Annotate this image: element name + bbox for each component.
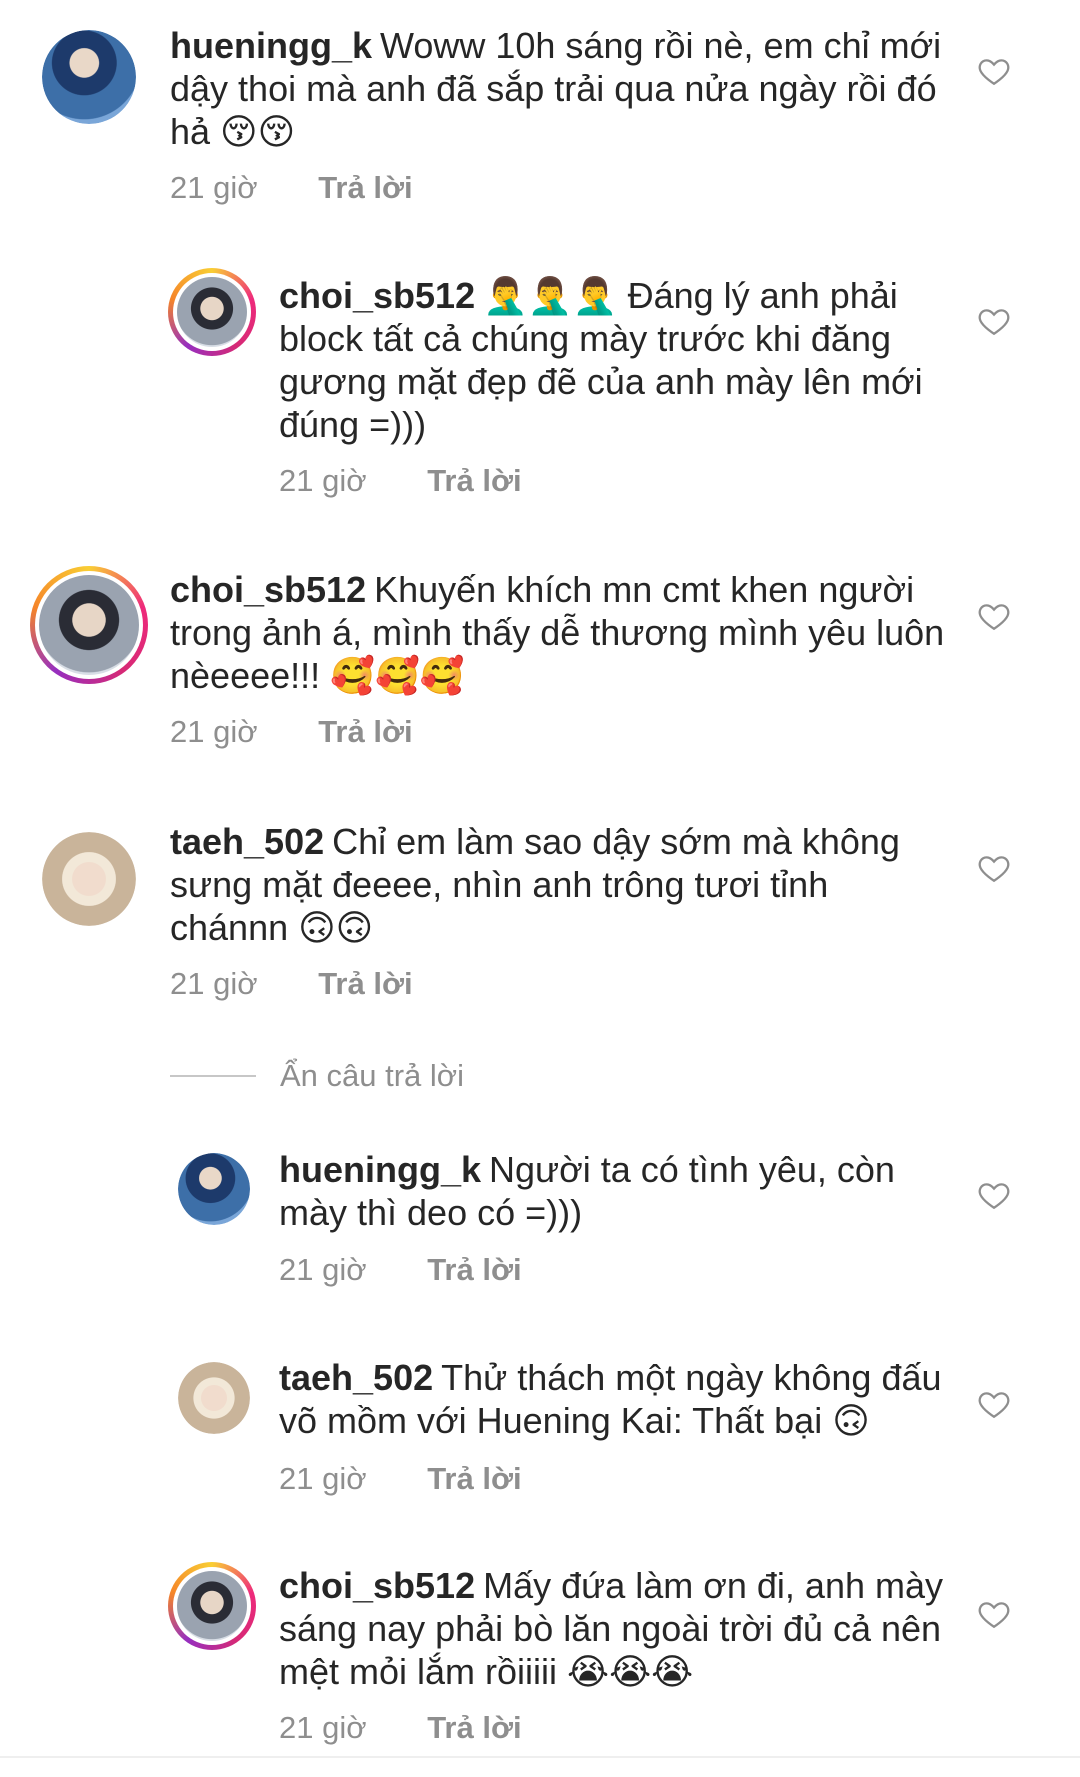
heart-outline-icon[interactable]	[977, 1178, 1011, 1212]
comment-text: taeh_502 Chỉ em làm sao dậy sớm mà không …	[170, 820, 950, 949]
comment-meta: 21 giờ Trả lời	[170, 966, 413, 1002]
comment-meta: 21 giờ Trả lời	[279, 1461, 522, 1497]
avatar[interactable]	[30, 566, 148, 684]
comment-username[interactable]: choi_sb512	[279, 275, 475, 316]
reply-button[interactable]: Trả lời	[427, 463, 521, 498]
comment-meta: 21 giờ Trả lời	[279, 1252, 522, 1288]
avatar[interactable]	[42, 832, 136, 926]
avatar[interactable]	[42, 30, 136, 124]
divider	[0, 1756, 1080, 1758]
hide-replies-button[interactable]: Ẩn câu trả lời	[170, 1058, 464, 1094]
comment-time: 21 giờ	[170, 714, 258, 749]
comment-username[interactable]: hueningg_k	[170, 25, 372, 66]
comment-text: hueningg_k Woww 10h sáng rồi nè, em chỉ m…	[170, 24, 950, 153]
comment-time: 21 giờ	[170, 966, 258, 1001]
comment-username[interactable]: choi_sb512	[170, 569, 366, 610]
comment-text: taeh_502 Thử thách một ngày không đấu võ …	[279, 1356, 959, 1442]
comment-username[interactable]: hueningg_k	[279, 1149, 481, 1190]
comment-username[interactable]: taeh_502	[279, 1357, 433, 1398]
reply-button[interactable]: Trả lời	[427, 1710, 521, 1745]
comment-text: hueningg_k Người ta có tình yêu, còn mày …	[279, 1148, 939, 1234]
reply-button[interactable]: Trả lời	[318, 170, 412, 205]
comment-username[interactable]: choi_sb512	[279, 1565, 475, 1606]
avatar[interactable]	[178, 1153, 250, 1225]
heart-outline-icon[interactable]	[977, 304, 1011, 338]
comment-time: 21 giờ	[279, 1710, 367, 1745]
comment-time: 21 giờ	[279, 463, 367, 498]
comment-meta: 21 giờ Trả lời	[170, 170, 413, 206]
avatar[interactable]	[178, 1362, 250, 1434]
heart-outline-icon[interactable]	[977, 1597, 1011, 1631]
heart-outline-icon[interactable]	[977, 599, 1011, 633]
reply-button[interactable]: Trả lời	[427, 1461, 521, 1496]
comment-meta: 21 giờ Trả lời	[279, 1710, 522, 1746]
comment-text: choi_sb512 🤦‍♂️🤦‍♂️🤦‍♂️ Đáng lý anh phải …	[279, 274, 939, 446]
comment-time: 21 giờ	[279, 1461, 367, 1496]
comment-text: choi_sb512 Mấy đứa làm ơn đi, anh mày sán…	[279, 1564, 959, 1693]
heart-outline-icon[interactable]	[977, 851, 1011, 885]
comment-meta: 21 giờ Trả lời	[170, 714, 413, 750]
comment-meta: 21 giờ Trả lời	[279, 463, 522, 499]
reply-button[interactable]: Trả lời	[427, 1252, 521, 1287]
avatar[interactable]	[168, 1562, 256, 1650]
comment-time: 21 giờ	[170, 170, 258, 205]
comment-username[interactable]: taeh_502	[170, 821, 324, 862]
heart-outline-icon[interactable]	[977, 54, 1011, 88]
reply-button[interactable]: Trả lời	[318, 966, 412, 1001]
comment-text: choi_sb512 Khuyến khích mn cmt khen người…	[170, 568, 950, 697]
heart-outline-icon[interactable]	[977, 1387, 1011, 1421]
hide-replies-line	[170, 1075, 256, 1077]
hide-replies-label: Ẩn câu trả lời	[280, 1058, 465, 1093]
reply-button[interactable]: Trả lời	[318, 714, 412, 749]
avatar[interactable]	[168, 268, 256, 356]
comment-time: 21 giờ	[279, 1252, 367, 1287]
